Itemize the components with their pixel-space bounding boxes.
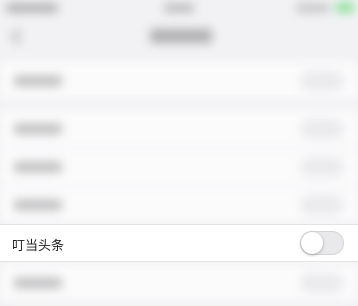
nav-bar bbox=[0, 20, 358, 54]
status-time bbox=[164, 4, 194, 12]
toggle-knob[interactable] bbox=[301, 232, 323, 254]
settings-row[interactable] bbox=[0, 62, 358, 101]
settings-row-label bbox=[14, 200, 62, 210]
status-carrier bbox=[6, 4, 58, 12]
back-chevron-icon[interactable] bbox=[11, 28, 28, 45]
settings-row-label bbox=[14, 76, 62, 86]
settings-row-toggle[interactable] bbox=[300, 119, 344, 139]
status-battery-percent bbox=[296, 4, 330, 12]
settings-section-2 bbox=[0, 110, 358, 222]
settings-section-1 bbox=[0, 62, 358, 101]
battery-icon bbox=[336, 3, 354, 12]
dingdang-headlines-toggle[interactable] bbox=[300, 231, 344, 255]
settings-row[interactable] bbox=[0, 186, 358, 224]
settings-row[interactable] bbox=[0, 110, 358, 149]
status-bar bbox=[0, 0, 358, 20]
settings-row-label bbox=[14, 278, 62, 288]
settings-row-toggle[interactable] bbox=[300, 71, 344, 91]
settings-row-label bbox=[14, 124, 62, 134]
settings-screen: 叮当头条 bbox=[0, 0, 358, 306]
settings-row-toggle[interactable] bbox=[300, 273, 344, 293]
settings-row-label bbox=[14, 162, 62, 172]
settings-row[interactable] bbox=[0, 148, 358, 187]
settings-row-label: 叮当头条 bbox=[12, 239, 65, 254]
settings-section-3 bbox=[0, 264, 358, 303]
settings-row-dingdang-headlines[interactable]: 叮当头条 bbox=[0, 224, 358, 262]
settings-row-toggle[interactable] bbox=[300, 157, 344, 177]
settings-row-toggle[interactable] bbox=[300, 195, 344, 215]
page-title bbox=[150, 29, 212, 43]
settings-row[interactable] bbox=[0, 264, 358, 303]
